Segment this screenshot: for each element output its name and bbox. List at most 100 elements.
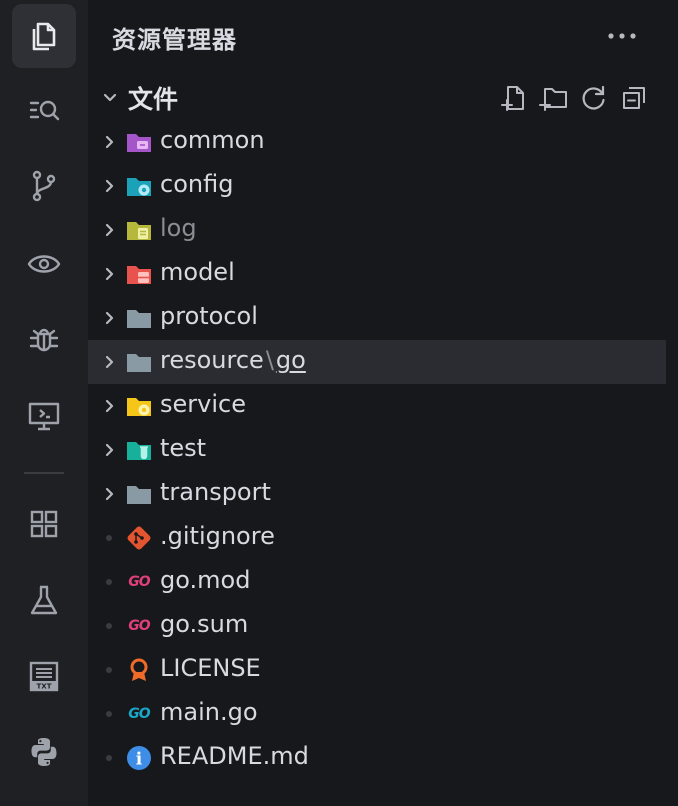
remote-button[interactable]	[12, 384, 76, 448]
explorer-button[interactable]	[12, 4, 76, 68]
tree-item-config[interactable]: config	[88, 164, 666, 208]
file-dot	[106, 667, 112, 673]
tree-item-label: README.md	[160, 742, 309, 770]
chevron-down-icon	[103, 93, 117, 102]
tree-item-label: log	[160, 214, 197, 242]
tree-item-resource-go[interactable]: resource\go	[88, 340, 666, 384]
watch-button[interactable]	[12, 232, 76, 296]
folder-log-icon	[124, 215, 154, 245]
source-control-button[interactable]	[12, 154, 76, 218]
compact-folder-separator: \	[265, 346, 274, 374]
extensions-button[interactable]	[12, 492, 76, 556]
search-list-icon	[29, 100, 60, 121]
section-title: 文件	[128, 85, 179, 114]
git-icon	[124, 523, 154, 553]
tree-item-label: .gitignore	[160, 522, 275, 550]
tree-item-model[interactable]: model	[88, 252, 666, 296]
folder-test-icon	[124, 435, 154, 465]
tree-item-label: go.sum	[160, 610, 249, 638]
extensions-grid-icon	[30, 510, 58, 538]
tree-item-test[interactable]: test	[88, 428, 666, 472]
chevron-right-icon	[105, 223, 114, 237]
sidebar-title: 资源管理器	[112, 26, 237, 54]
tree-item-gitignore[interactable]: .gitignore	[88, 516, 666, 560]
chevron-right-icon	[105, 267, 114, 281]
tree-item-common[interactable]: common	[88, 120, 666, 164]
python-button[interactable]	[12, 720, 76, 784]
tree-item-label: go.mod	[160, 566, 251, 594]
eye-icon	[27, 255, 61, 273]
more-actions-button[interactable]	[604, 18, 640, 54]
chevron-right-icon	[105, 179, 114, 193]
txt-icon-label: TXT	[37, 683, 52, 691]
folder-icon	[124, 347, 154, 377]
tree-item-log[interactable]: log	[88, 208, 666, 252]
file-dot	[106, 579, 112, 585]
collapse-all-button[interactable]	[618, 82, 650, 114]
tree-item-label: main.go	[160, 698, 258, 726]
tree-item-label: service	[160, 390, 246, 418]
refresh-icon	[582, 85, 605, 110]
workspace-section-header[interactable]: 文件	[88, 76, 666, 120]
chevron-right-icon	[105, 399, 114, 413]
new-file-button[interactable]	[498, 82, 530, 114]
new-folder-button[interactable]	[538, 82, 570, 114]
activity-bar: TXT	[0, 0, 88, 806]
tree-item-readme[interactable]: i README.md	[88, 736, 666, 780]
tree-item-label: protocol	[160, 302, 258, 330]
file-dot	[106, 711, 112, 717]
tree-item-protocol[interactable]: protocol	[88, 296, 666, 340]
compact-folder-part[interactable]: resource	[160, 346, 264, 374]
txt-file-icon: TXT	[29, 661, 59, 692]
new-file-icon	[501, 86, 524, 111]
tree-item-go-sum[interactable]: GO go.sum	[88, 604, 666, 648]
search-button[interactable]	[12, 78, 76, 142]
folder-icon	[124, 303, 154, 333]
folder-model-icon	[124, 259, 154, 289]
bug-icon	[29, 328, 59, 352]
remote-monitor-icon	[28, 402, 60, 431]
go-icon: GO	[128, 706, 150, 722]
folder-config-icon	[124, 171, 154, 201]
tree-item-label: common	[160, 126, 265, 154]
go-mod-icon: GO	[128, 574, 150, 590]
debug-button[interactable]	[12, 308, 76, 372]
tree-item-main-go[interactable]: GO main.go	[88, 692, 666, 736]
ellipsis-icon	[608, 33, 636, 39]
file-dot	[106, 755, 112, 761]
python-icon	[31, 738, 57, 766]
file-dot	[106, 623, 112, 629]
tree-item-label: LICENSE	[160, 654, 261, 682]
chevron-right-icon	[105, 355, 114, 369]
folder-service-icon	[124, 391, 154, 421]
txt-button[interactable]: TXT	[12, 644, 76, 708]
chevron-right-icon	[105, 311, 114, 325]
go-sum-icon: GO	[128, 618, 150, 634]
file-dot	[106, 535, 112, 541]
refresh-button[interactable]	[578, 82, 610, 114]
new-folder-icon	[539, 88, 567, 111]
tree-item-label: transport	[160, 478, 271, 506]
compact-folder-part[interactable]: go	[276, 346, 306, 374]
activity-divider	[24, 472, 64, 474]
testing-button[interactable]	[12, 568, 76, 632]
folder-common-icon	[124, 127, 154, 157]
folder-icon	[124, 479, 154, 509]
tree-item-label: resource\go	[160, 346, 306, 374]
tree-item-go-mod[interactable]: GO go.mod	[88, 560, 666, 604]
files-icon	[32, 22, 56, 51]
tree-item-service[interactable]: service	[88, 384, 666, 428]
tree-item-license[interactable]: LICENSE	[88, 648, 666, 692]
collapse-all-icon	[623, 87, 645, 109]
explorer-sidebar: 资源管理器 文件 common config log model protoco…	[88, 0, 666, 806]
chevron-right-icon	[105, 443, 114, 457]
tree-item-transport[interactable]: transport	[88, 472, 666, 516]
tree-item-label: test	[160, 434, 207, 462]
tree-item-label: model	[160, 258, 235, 286]
license-icon	[124, 655, 154, 685]
git-branch-icon	[32, 170, 56, 202]
svg-text:i: i	[136, 750, 143, 770]
info-icon: i	[124, 743, 154, 773]
chevron-right-icon	[105, 135, 114, 149]
chevron-right-icon	[105, 487, 114, 501]
